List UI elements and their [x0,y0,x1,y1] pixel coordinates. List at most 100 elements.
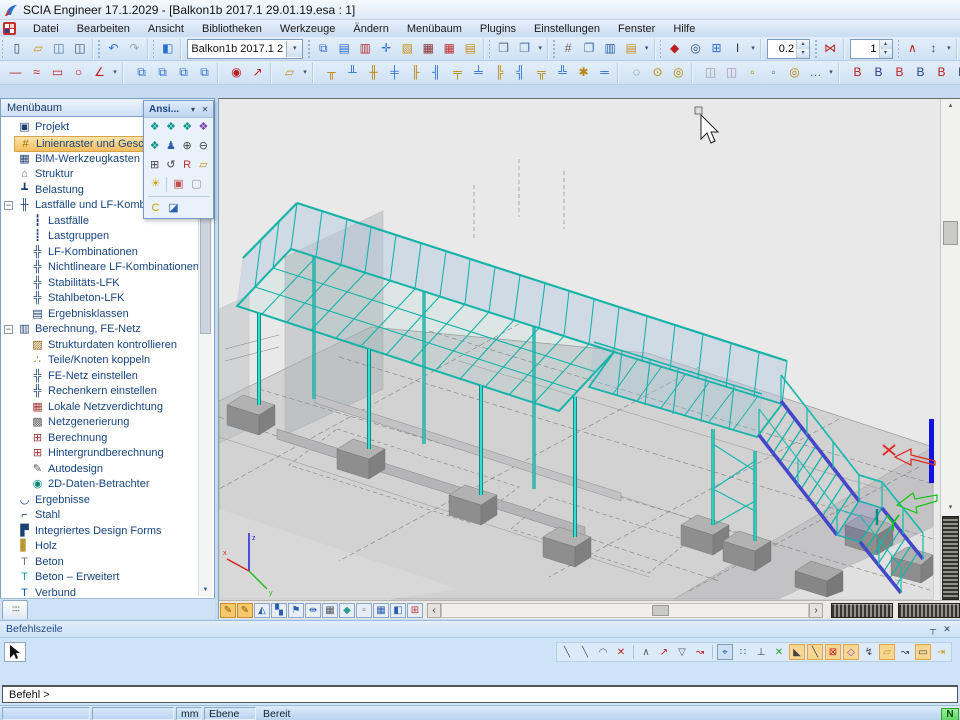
scroll-right-button[interactable]: › [809,603,823,618]
menubaum-tab[interactable]: ∷ [2,600,28,619]
view-person-button[interactable]: ♟ [163,138,178,155]
pin-icon[interactable]: ┬ [926,624,940,634]
viewport-horizontal-scrollbar[interactable] [441,603,809,618]
member-1d-button[interactable]: ╥ [321,62,342,83]
ansicht-panel-header[interactable]: Ansi... ▾ ✕ [144,101,213,118]
snap-arc-button[interactable]: ◠ [595,644,611,660]
levels-view-button[interactable]: ▚ [271,603,287,618]
view-3d-button[interactable]: ❖ [147,138,162,155]
snap-midpoint-button[interactable]: ╲ [807,644,823,660]
collapse-toggle[interactable]: − [4,325,13,334]
tree-item-beton-erweitert[interactable]: TBeton – Erweitert [1,570,214,586]
close-window-button[interactable]: ◧ [157,38,178,59]
draw-polyline-button[interactable]: ≈ [26,62,47,83]
layers-button[interactable]: ▤ [334,38,355,59]
snap-delete-button[interactable]: ✕ [613,644,629,660]
member-load-button[interactable]: ═ [594,62,615,83]
zoom-strip[interactable] [898,603,960,618]
member-node-button[interactable]: ╦ [531,62,552,83]
document-window-button[interactable]: ❐ [579,38,600,59]
3d-viewport[interactable]: z x y ▴ ▾ ✎✎◭▚⚑⇹▦◆▫▦◧⊞ ‹ › [218,98,960,619]
text-field-button[interactable]: I [727,38,748,59]
selection-cursor-button[interactable] [4,642,26,662]
print-preview-button[interactable]: ❐ [514,38,535,59]
tree-item-hintergrundberechnung[interactable]: ⊞Hintergrundberechnung [1,446,214,462]
draw-line-button[interactable]: — [5,62,26,83]
menu-bearbeiten[interactable]: Bearbeiten [68,22,139,36]
stepper-up-icon[interactable]: ▴ [880,40,892,49]
stepper-up-icon[interactable]: ▴ [797,40,809,49]
open-drawing-folder-button[interactable]: ▱ [279,62,300,83]
fill-color-button[interactable]: ◆ [664,38,685,59]
tree-item-ergebnisse[interactable]: ◡Ergebnisse [1,493,214,509]
toolbar-more-options-icon[interactable]: ▾ [748,39,758,58]
tree-item-lf-kombinationen[interactable]: ╬LF-Kombinationen [1,245,214,261]
window-copy-3-button[interactable]: ⧉ [173,62,194,83]
ansicht-close-icon[interactable]: ✕ [199,105,211,114]
snap-vector-button[interactable]: ↗ [656,644,672,660]
snap-grid-button[interactable]: ∷ [735,644,751,660]
calculator-button[interactable]: # [558,38,579,59]
select-marquee-button[interactable]: ⊙ [647,62,668,83]
beam-backward-button[interactable]: B [868,62,889,83]
zoom-out-button[interactable]: ⊖ [196,138,211,155]
view-point-button[interactable]: ◉ [226,62,247,83]
merge-nodes-button[interactable]: ⋈ [820,38,841,59]
zoom-in-button[interactable]: ⊕ [180,138,195,155]
member-opening-button[interactable]: ╠ [489,62,510,83]
light-toggle-button[interactable]: ☀ [147,176,164,193]
undo-button[interactable]: ↶ [103,38,124,59]
toolbar-more-options-icon[interactable]: ▾ [826,63,836,82]
snap-perpendicular-button[interactable]: ⊥ [753,644,769,660]
close-panel-icon[interactable]: ✕ [940,624,954,635]
combo-dropdown-icon[interactable]: ▾ [286,41,302,57]
zoom-selection-button[interactable]: R [180,157,195,174]
toolbar-more-options-icon[interactable]: ▾ [300,63,310,82]
tree-item-beton[interactable]: TBeton [1,555,214,571]
status-units[interactable]: mm [176,707,202,720]
member-rib-button[interactable]: ╪ [384,62,405,83]
status-workplane[interactable]: Ebene XY [204,707,256,720]
tree-item-integriertes-design-forms[interactable]: ▛Integriertes Design Forms [1,524,214,540]
menu-menuebaum[interactable]: Menübaum [398,22,471,36]
zoom-all-button[interactable]: ↺ [163,157,178,174]
menu-aendern[interactable]: Ändern [344,22,397,36]
vertical-scroll-thumb[interactable] [943,221,958,245]
search-nodes-button[interactable]: ◫ [721,62,742,83]
find-button[interactable]: ◎ [685,38,706,59]
status-indicator-n[interactable]: N [941,708,959,720]
view-cube-button[interactable]: ◪ [165,200,182,217]
view-axo-button[interactable]: ❖ [147,119,162,136]
save-project-button[interactable]: ◫ [48,38,69,59]
snap-tangent-button[interactable]: ↝ [897,644,913,660]
tree-item-ergebnisklassen[interactable]: ▤Ergebnisklassen [1,307,214,323]
snap-line-button[interactable]: ╲ [559,644,575,660]
collapse-toggle[interactable]: − [4,201,13,210]
toolbar-more-options-icon[interactable]: ▾ [944,39,954,58]
ansicht-dropdown-icon[interactable]: ▾ [187,105,199,114]
snap-keyboard-button[interactable]: ▭ [915,644,931,660]
open-project-button[interactable]: ▱ [27,38,48,59]
window-copy-4-button[interactable]: ⧉ [194,62,215,83]
walkthrough-button[interactable]: … [805,62,826,83]
table-view-button[interactable]: ⊞ [407,603,423,618]
tree-item-teile-knoten-koppeln[interactable]: ∴Teile/Knoten koppeln [1,353,214,369]
paper-document-button[interactable]: ▤ [621,38,642,59]
gallery-button[interactable]: ▥ [355,38,376,59]
tree-item-fe-netz-einstellen[interactable]: ╬FE-Netz einstellen [1,369,214,385]
table-input-button[interactable]: ▦ [439,38,460,59]
member-plate-button[interactable]: ╢ [426,62,447,83]
cursor-snap-settings-button[interactable]: ⌖ [717,644,733,660]
render-settings-button[interactable]: ▣ [170,176,187,193]
pen-layer-1-button[interactable]: ✎ [220,603,236,618]
active-view-combo[interactable]: Balkon1b 2017.1 2▾ [187,39,303,59]
snap-curve-button[interactable]: ↝ [692,644,708,660]
draw-rectangle-button[interactable]: ▭ [47,62,68,83]
stepper-down-icon[interactable]: ▾ [880,49,892,58]
table-results-button[interactable]: ▤ [460,38,481,59]
tree-item-stabilitaets-lfk[interactable]: ╬Stabilitäts-LFK [1,276,214,292]
tree-item-autodesign[interactable]: ✎Autodesign [1,462,214,478]
tree-item-berechnung[interactable]: ⊞Berechnung [1,431,214,447]
tree-item-holz[interactable]: ▋Holz [1,539,214,555]
member-beam-button[interactable]: ╫ [363,62,384,83]
